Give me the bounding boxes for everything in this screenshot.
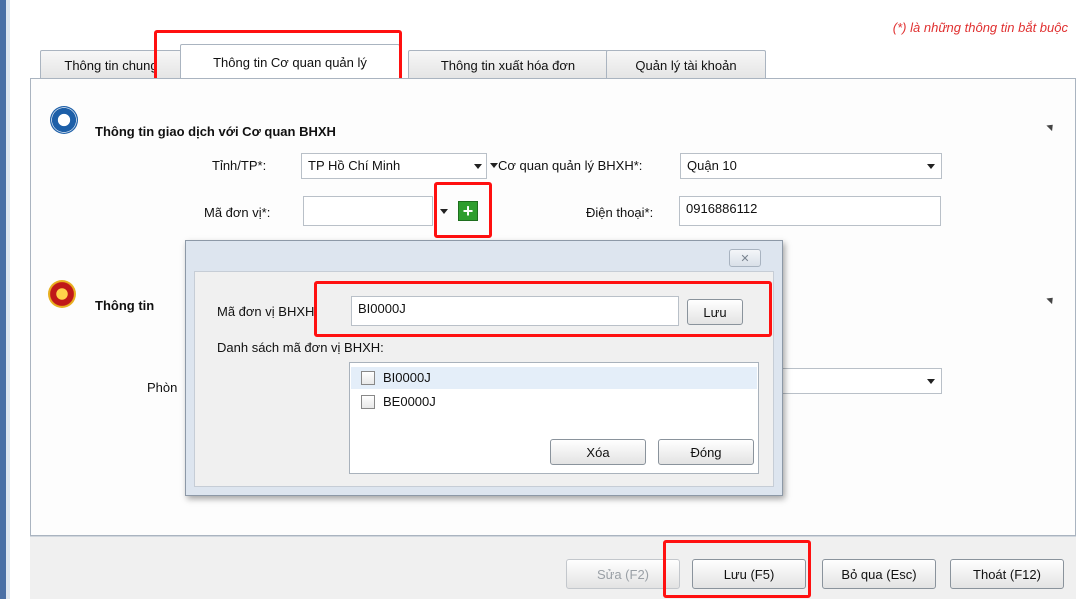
unit-code-dialog: ✕ Mã đơn vị BHXH: BI0000J Lưu Danh sách … [185,240,783,496]
phone-value: 0916886112 [686,201,758,216]
agency-label: Cơ quan quản lý BHXH*: [498,158,643,173]
bhxh-logo-icon [50,106,78,134]
list-item-selected[interactable]: BI0000J [351,367,757,389]
dialog-list-label: Danh sách mã đơn vị BHXH: [217,340,384,355]
list-item-checkbox[interactable] [361,395,375,409]
dialog-close-dialog-button[interactable]: Đóng [658,439,754,465]
unit-code-label: Mã đơn vị*: [204,205,271,220]
list-item-label: BI0000J [383,370,431,385]
required-note: (*) là những thông tin bắt buộc [892,20,1068,35]
chevron-down-icon [927,379,935,384]
dialog-delete-button[interactable]: Xóa [550,439,646,465]
unit-code-list[interactable]: BI0000J BE0000J Xóa Đóng [349,362,759,474]
phone-input[interactable]: 0916886112 [679,196,941,226]
dialog-close-button[interactable]: ✕ [729,249,761,267]
list-item-label: BE0000J [383,394,436,409]
section-bhxh-title: Thông tin giao dịch với Cơ quan BHXH [95,124,336,139]
dialog-unit-label: Mã đơn vị BHXH: [217,304,318,319]
province-select[interactable]: TP Hồ Chí Minh [301,153,487,179]
agency-select[interactable]: Quận 10 [680,153,942,179]
agency-value: Quận 10 [687,158,737,173]
chevron-down-icon [474,164,482,169]
province-label: Tỉnh/TP*: [212,158,267,173]
section2-title: Thông tin [95,298,155,313]
highlight-add-button [434,182,492,238]
province-value: TP Hồ Chí Minh [308,158,401,173]
window-left-border-inner [6,0,10,599]
agency-emblem-icon [48,280,76,308]
phone-label: Điện thoại*: [586,205,654,220]
chevron-down-icon [927,164,935,169]
tab-account-management[interactable]: Quản lý tài khoản [606,50,766,79]
unit-code-select[interactable] [303,196,433,226]
exit-button[interactable]: Thoát (F12) [950,559,1064,589]
room-label: Phòn [147,380,178,395]
skip-button[interactable]: Bỏ qua (Esc) [822,559,936,589]
tab-invoice-info[interactable]: Thông tin xuất hóa đơn [408,50,608,79]
list-item-checkbox[interactable] [361,371,375,385]
list-item[interactable]: BE0000J [351,391,757,413]
agency-chevron-icon [490,163,498,168]
highlight-unit-entry [314,281,772,337]
room-select[interactable] [780,368,942,394]
highlight-save-button [663,540,811,598]
